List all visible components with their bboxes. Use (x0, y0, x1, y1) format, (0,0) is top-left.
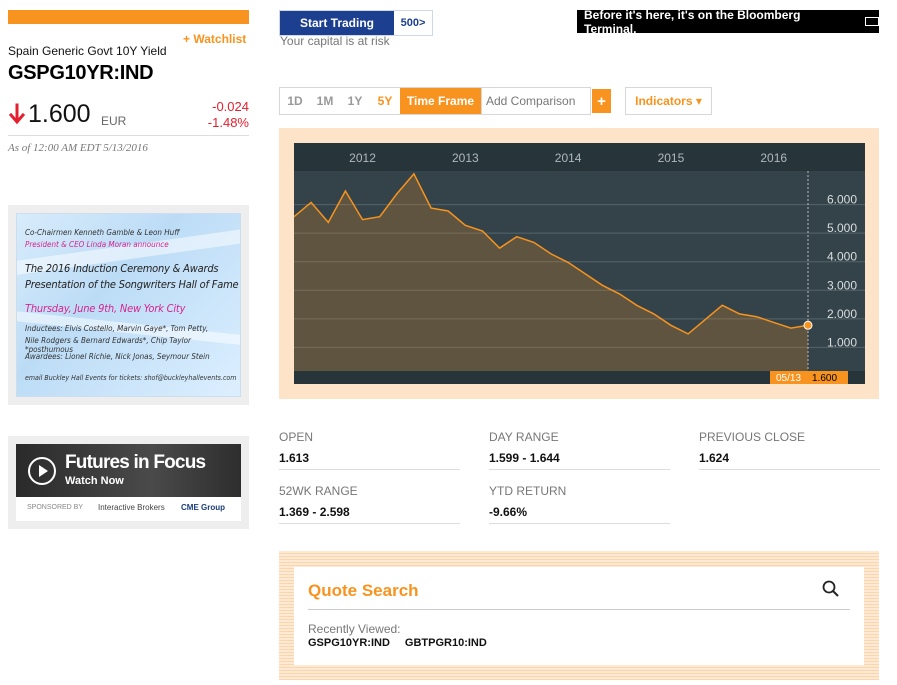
sponsored-by-label: SPONSORED BY (27, 504, 84, 511)
watch-now-link[interactable]: Watch Now (65, 475, 124, 487)
y-axis-tick-label: 4.000 (827, 250, 857, 264)
recently-viewed-list: GSPG10YR:IND GBTPGR10:IND (308, 637, 487, 649)
recently-viewed-link[interactable]: GBTPGR10:IND (405, 637, 487, 649)
stat-label: DAY RANGE (489, 430, 559, 444)
price-currency: EUR (101, 114, 127, 128)
tab-1d[interactable]: 1D (280, 88, 310, 114)
sponsor-cme-group: CME Group (181, 503, 225, 512)
bloomberg-terminal-ad[interactable]: Before it's here, it's on the Bloomberg … (577, 7, 879, 36)
start-trading-ad[interactable]: Start Trading 500> (279, 10, 433, 36)
price-change: -0.024 (212, 99, 249, 114)
ad-text: Before it's here, it's on the Bloomberg … (584, 7, 801, 36)
stat-open: OPEN 1.613 (279, 430, 460, 470)
ad-text: President & CEO Linda Moran announce (25, 240, 169, 249)
security-name: Spain Generic Govt 10Y Yield (8, 44, 167, 58)
search-input-underline[interactable] (308, 609, 850, 610)
tab-1y[interactable]: 1Y (340, 88, 370, 114)
y-axis-tick-label: 5.000 (827, 221, 857, 235)
stat-day-range: DAY RANGE 1.599 - 1.644 (489, 430, 670, 470)
stat-value: 1.369 - 2.598 (279, 505, 350, 519)
songwriters-hall-of-fame-ad[interactable]: Co-Chairmen Kenneth Gamble & Leon Huff P… (8, 205, 249, 405)
start-trading-button[interactable]: Start Trading (280, 11, 394, 35)
ad-text: email Buckley Hall Events for tickets: s… (25, 374, 237, 382)
stat-value: 1.599 - 1.644 (489, 451, 560, 465)
ad-banner[interactable]: Futures in Focus Watch Now SPONSORED BY … (16, 444, 241, 521)
as-of-timestamp: As of 12:00 AM EDT 5/13/2016 (8, 142, 148, 154)
current-date-label: 05/13 (776, 373, 801, 384)
ad-text: Inductees: Elvis Costello, Marvin Gaye*,… (25, 324, 209, 333)
ad-text: Awardees: Lionel Richie, Nick Jonas, Sey… (25, 352, 210, 361)
header-accent-bar (8, 10, 249, 24)
futures-in-focus-ad[interactable]: Futures in Focus Watch Now SPONSORED BY … (8, 436, 249, 529)
down-arrow-icon (8, 103, 26, 125)
stat-value: -9.66% (489, 505, 528, 519)
recently-viewed-label: Recently Viewed: (308, 622, 401, 636)
ad-date: Thursday, June 9th, New York City (25, 302, 186, 315)
risk-disclaimer: Your capital is at risk (280, 34, 390, 48)
keyboard-icon (865, 17, 879, 26)
x-axis-tick-label: 2012 (349, 151, 376, 165)
y-axis-tick-label: 3.000 (827, 278, 857, 292)
sponsor-interactive-brokers: Interactive Brokers (98, 503, 165, 512)
y-axis-tick-label: 2.000 (827, 307, 857, 321)
add-to-watchlist-button[interactable]: + Watchlist (183, 32, 246, 46)
stat-ytd-return: YTD RETURN -9.66% (489, 484, 670, 524)
divider (489, 469, 670, 470)
quote-search-title: Quote Search (308, 581, 419, 600)
divider (279, 523, 460, 524)
time-frame-button[interactable]: Time Frame (400, 88, 481, 114)
stat-value: 1.613 (279, 451, 310, 465)
price-chart[interactable]: 2012 2013 2014 2015 2016 6.000 5.000 4.000 3.00… (294, 143, 865, 384)
stat-previous-close: PREVIOUS CLOSE 1.624 (699, 430, 880, 470)
tab-1m[interactable]: 1M (310, 88, 340, 114)
last-price-point (803, 320, 813, 330)
ad-banner[interactable]: Co-Chairmen Kenneth Gamble & Leon Huff P… (16, 213, 241, 397)
y-axis-tick-label: 6.000 (827, 193, 857, 207)
ad-text: Co-Chairmen Kenneth Gamble & Leon Huff (25, 228, 180, 237)
x-axis-tick-label: 2014 (555, 151, 582, 165)
x-axis-tick-label: 2015 (658, 151, 685, 165)
price-change-percent: -1.48% (207, 115, 249, 130)
time-range-tabs: 1D 1M 1Y 5Y Time Frame (279, 87, 482, 115)
current-value-label: 1.600 (812, 373, 837, 384)
divider (699, 469, 880, 470)
play-icon[interactable] (28, 457, 56, 485)
stat-label: PREVIOUS CLOSE (699, 430, 806, 444)
broker-logo: 500> (400, 17, 426, 29)
x-axis-tick-label: 2016 (760, 151, 787, 165)
stat-label: YTD RETURN (489, 484, 567, 498)
ticker-symbol: GSPG10YR:IND (8, 62, 154, 84)
ad-headline: Presentation of the Songwriters Hall of … (25, 278, 239, 291)
quote-search-box: Quote Search Recently Viewed: GSPG10YR:I… (294, 567, 864, 665)
add-comparison-input[interactable]: Add Comparison (481, 87, 591, 115)
divider (489, 523, 670, 524)
stat-label: OPEN (279, 430, 314, 444)
x-axis-tick-label: 2013 (452, 151, 479, 165)
ad-title: Futures in Focus (65, 452, 206, 473)
last-price: 1.600 (28, 100, 91, 128)
stat-value: 1.624 (699, 451, 730, 465)
stat-52wk-range: 52WK RANGE 1.369 - 2.598 (279, 484, 460, 524)
indicators-dropdown[interactable]: Indicators ▾ (625, 87, 712, 115)
price-chart-panel: 2012 2013 2014 2015 2016 6.000 5.000 4.000 3.00… (279, 128, 879, 399)
ad-headline: The 2016 Induction Ceremony & Awards (25, 262, 219, 275)
quote-search-panel: Quote Search Recently Viewed: GSPG10YR:I… (279, 551, 879, 680)
y-axis-tick-label: 1.000 (827, 335, 857, 349)
stat-label: 52WK RANGE (279, 484, 358, 498)
divider (279, 469, 460, 470)
search-icon[interactable] (821, 579, 841, 599)
recently-viewed-link[interactable]: GSPG10YR:IND (308, 637, 390, 649)
divider (8, 135, 249, 136)
tab-5y[interactable]: 5Y (370, 88, 400, 114)
add-comparison-button[interactable]: + (592, 89, 611, 113)
ad-video-banner[interactable]: Futures in Focus Watch Now (16, 444, 241, 497)
